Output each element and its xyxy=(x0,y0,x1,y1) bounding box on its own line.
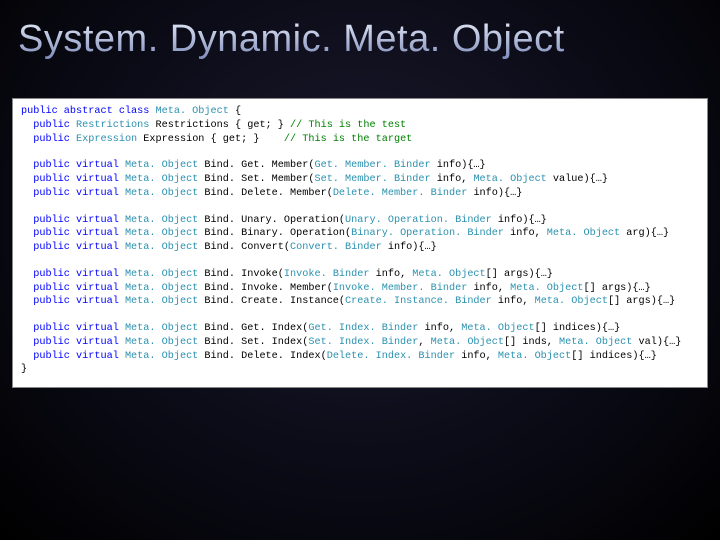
code-text: public virtual xyxy=(21,269,125,280)
code-text: public xyxy=(21,134,76,145)
code-text: info, xyxy=(437,174,474,185)
code-text: Bind. Get. Member( xyxy=(204,160,314,171)
code-text: public virtual xyxy=(21,160,125,171)
code-text: Delete. Member. Binder xyxy=(333,188,474,199)
code-text: Meta. Object xyxy=(125,337,204,348)
code-text: info){…} xyxy=(473,188,522,199)
code-text: Meta. Object xyxy=(125,283,204,294)
code-text: info){…} xyxy=(388,242,437,253)
code-text: Meta. Object xyxy=(559,337,638,348)
code-text: Bind. Set. Member( xyxy=(204,174,314,185)
code-text: info, xyxy=(461,351,498,362)
code-text: Bind. Invoke( xyxy=(204,269,283,280)
code-text: Bind. Delete. Member( xyxy=(204,188,332,199)
code-text: [] args){…} xyxy=(608,296,675,307)
code-text: Delete. Index. Binder xyxy=(327,351,462,362)
slide: System. Dynamic. Meta. Object public abs… xyxy=(0,0,720,540)
code-text: public virtual xyxy=(21,174,125,185)
code-text: Meta. Object xyxy=(125,296,204,307)
code-text: public virtual xyxy=(21,228,125,239)
code-text: Meta. Object xyxy=(156,106,235,117)
code-text: Meta. Object xyxy=(125,215,204,226)
code-text: Get. Index. Binder xyxy=(308,323,424,334)
code-text: Invoke. Member. Binder xyxy=(333,283,474,294)
code-text: [] indices){…} xyxy=(535,323,621,334)
code-text: public virtual xyxy=(21,351,125,362)
code-text: info){…} xyxy=(498,215,547,226)
code-text: info, xyxy=(425,323,462,334)
code-text: [] args){…} xyxy=(584,283,651,294)
code-text: Meta. Object xyxy=(125,242,204,253)
code-text: Meta. Object xyxy=(461,323,534,334)
code-text: // This is the target xyxy=(284,134,412,145)
code-text: public virtual xyxy=(21,283,125,294)
code-text: [] indices){…} xyxy=(571,351,657,362)
code-text: arg){…} xyxy=(626,228,669,239)
code-text: Bind. Unary. Operation( xyxy=(204,215,345,226)
code-text: public virtual xyxy=(21,296,125,307)
code-text: Create. Instance. Binder xyxy=(345,296,498,307)
code-text: public virtual xyxy=(21,337,125,348)
code-text: Meta. Object xyxy=(431,337,504,348)
code-text: Meta. Object xyxy=(535,296,608,307)
code-text: , xyxy=(418,337,430,348)
slide-title: System. Dynamic. Meta. Object xyxy=(0,0,720,61)
code-text: Set. Member. Binder xyxy=(314,174,436,185)
code-text: Bind. Get. Index( xyxy=(204,323,308,334)
code-text: Meta. Object xyxy=(125,174,204,185)
code-text: Set. Index. Binder xyxy=(308,337,418,348)
code-text: value){…} xyxy=(553,174,608,185)
blank-line xyxy=(21,146,699,159)
code-text: info, xyxy=(498,296,535,307)
code-text: public virtual xyxy=(21,242,125,253)
code-text: Meta. Object xyxy=(125,228,204,239)
code-text: Bind. Create. Instance( xyxy=(204,296,345,307)
code-text: info, xyxy=(473,283,510,294)
code-text: { xyxy=(235,106,241,117)
code-text: Meta. Object xyxy=(547,228,626,239)
code-text: Meta. Object xyxy=(498,351,571,362)
code-text: public virtual xyxy=(21,215,125,226)
code-text: public virtual xyxy=(21,188,125,199)
code-text: Meta. Object xyxy=(125,269,204,280)
code-text: public xyxy=(21,120,76,131)
code-text: [] inds, xyxy=(504,337,559,348)
code-text: info, xyxy=(376,269,413,280)
code-text: Meta. Object xyxy=(473,174,552,185)
blank-line xyxy=(21,201,699,214)
code-block: public abstract class Meta. Object { pub… xyxy=(12,98,708,388)
code-text: val){…} xyxy=(639,337,682,348)
code-text: Invoke. Binder xyxy=(284,269,376,280)
blank-line xyxy=(21,309,699,322)
code-text: Expression { get; } xyxy=(143,134,284,145)
code-text: Expression xyxy=(76,134,143,145)
code-text: Bind. Set. Index( xyxy=(204,337,308,348)
code-text: Get. Member. Binder xyxy=(314,160,436,171)
code-text: Meta. Object xyxy=(125,323,204,334)
code-text: public virtual xyxy=(21,323,125,334)
code-text: Meta. Object xyxy=(125,188,204,199)
code-text: Bind. Binary. Operation( xyxy=(204,228,351,239)
code-text: Bind. Invoke. Member( xyxy=(204,283,332,294)
code-text: [] args){…} xyxy=(486,269,553,280)
code-text: public abstract class xyxy=(21,106,156,117)
code-text: Meta. Object xyxy=(125,160,204,171)
code-text: Meta. Object xyxy=(412,269,485,280)
code-text: Binary. Operation. Binder xyxy=(351,228,510,239)
code-text: Meta. Object xyxy=(125,351,204,362)
code-text: Bind. Delete. Index( xyxy=(204,351,326,362)
code-text: } xyxy=(21,364,27,375)
code-text: Unary. Operation. Binder xyxy=(345,215,498,226)
code-text: Restrictions { get; } xyxy=(156,120,291,131)
code-text: Meta. Object xyxy=(510,283,583,294)
blank-line xyxy=(21,255,699,268)
code-text: Convert. Binder xyxy=(290,242,388,253)
code-text: info){…} xyxy=(437,160,486,171)
code-text: Bind. Convert( xyxy=(204,242,290,253)
code-text: Restrictions xyxy=(76,120,155,131)
code-text: info, xyxy=(510,228,547,239)
code-text: // This is the test xyxy=(290,120,406,131)
